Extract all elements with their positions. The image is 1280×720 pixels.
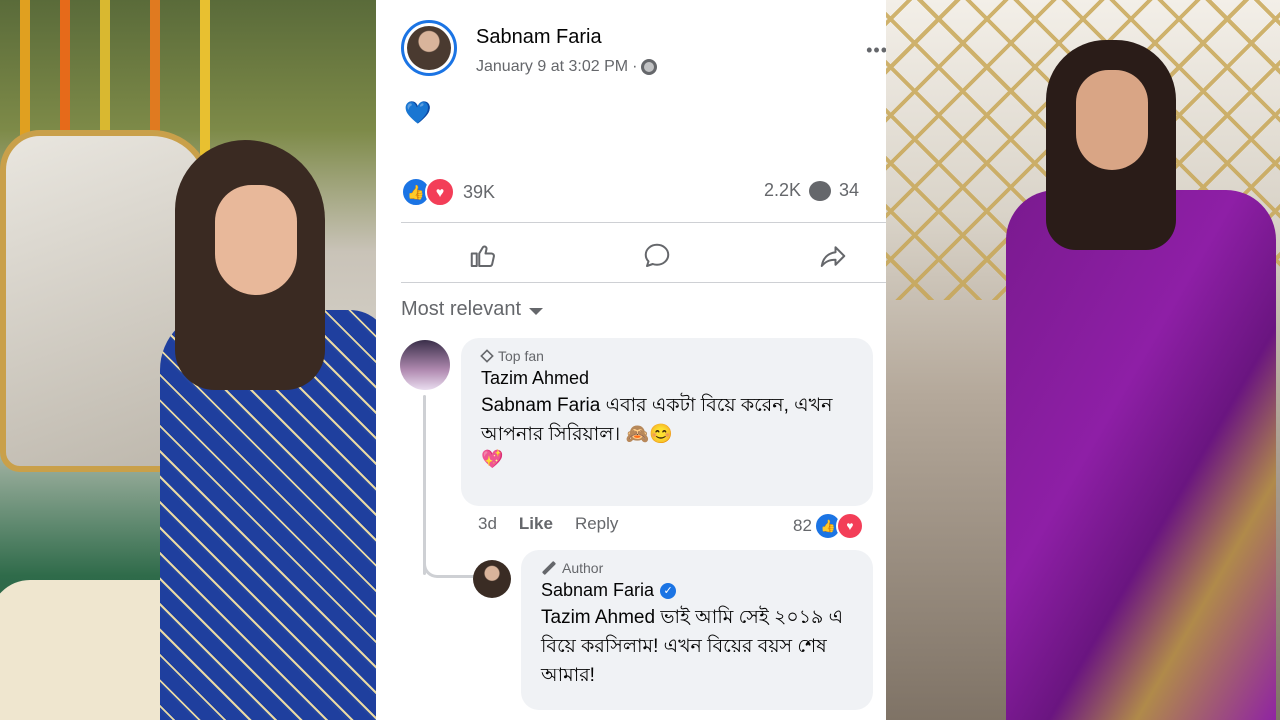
divider bbox=[401, 282, 886, 283]
divider bbox=[401, 222, 886, 223]
reply-thread-elbow bbox=[423, 545, 476, 578]
love-reaction-icon: ♥ bbox=[425, 177, 455, 207]
diamond-icon bbox=[480, 349, 494, 363]
post-meta: January 9 at 3:02 PM · bbox=[476, 58, 658, 76]
reply-author-name: Sabnam Faria ✓ bbox=[541, 580, 857, 601]
author-badge: Author bbox=[541, 560, 857, 576]
comment-reactions[interactable]: 82 👍 ♥ bbox=[793, 512, 864, 540]
comment-count-icon bbox=[809, 180, 832, 201]
like-button[interactable] bbox=[463, 232, 503, 280]
author-avatar[interactable] bbox=[473, 560, 511, 598]
reply-text: Tazim Ahmed ভাই আমি সেই ২০১৯ এ বিয়ে করস… bbox=[541, 607, 844, 686]
comment-icon bbox=[644, 243, 670, 267]
share-icon bbox=[820, 246, 846, 267]
comment-like-button[interactable]: Like bbox=[519, 514, 553, 534]
face bbox=[215, 185, 297, 295]
commenter-name[interactable]: Tazim Ahmed bbox=[481, 368, 857, 389]
comment-sort-dropdown[interactable]: Most relevant bbox=[401, 298, 544, 321]
saree bbox=[1006, 190, 1276, 720]
top-fan-badge: Top fan bbox=[480, 348, 857, 364]
post-timestamp[interactable]: January 9 at 3:02 PM bbox=[476, 58, 628, 76]
sort-label: Most relevant bbox=[401, 298, 522, 320]
share-count[interactable]: 34 bbox=[839, 180, 859, 201]
thumbs-up-icon bbox=[470, 245, 495, 267]
right-photo bbox=[886, 0, 1280, 720]
pencil-icon bbox=[541, 560, 557, 576]
avatar-image bbox=[407, 26, 451, 70]
comment-bubble: Top fan Tazim Ahmed Sabnam Faria এবার এক… bbox=[461, 338, 873, 506]
reply-bubble: Author Sabnam Faria ✓ Tazim Ahmed ভাই আম… bbox=[521, 550, 873, 710]
reaction-count: 39K bbox=[463, 181, 496, 202]
commenter-avatar[interactable] bbox=[400, 340, 450, 390]
woman-figure bbox=[0, 140, 376, 720]
post-actions bbox=[401, 232, 886, 280]
comment-button[interactable] bbox=[637, 232, 677, 280]
post-content-emoji: 💙 bbox=[404, 100, 432, 125]
badge-label: Author bbox=[562, 560, 604, 576]
caret-down-icon bbox=[529, 308, 544, 315]
left-photo bbox=[0, 0, 376, 720]
reply-name-text[interactable]: Sabnam Faria bbox=[541, 580, 654, 601]
share-button[interactable] bbox=[813, 232, 853, 280]
comment-actions: 3d Like Reply bbox=[478, 514, 618, 534]
comment-emoji: 💖 bbox=[481, 449, 504, 469]
face bbox=[1076, 70, 1148, 170]
globe-icon bbox=[641, 59, 658, 75]
meta-separator: · bbox=[632, 58, 638, 75]
verified-badge-icon: ✓ bbox=[660, 582, 677, 599]
reaction-summary[interactable]: 👍 ♥ 39K bbox=[401, 177, 495, 207]
poster-name[interactable]: Sabnam Faria bbox=[476, 26, 602, 49]
post-stats: 2.2K 34 bbox=[764, 180, 859, 201]
comment-count[interactable]: 2.2K bbox=[764, 180, 801, 201]
comment-age[interactable]: 3d bbox=[478, 514, 497, 534]
comment-text: Sabnam Faria এবার একটা বিয়ে করেন, এখন আ… bbox=[481, 395, 833, 445]
comment-reply-button[interactable]: Reply bbox=[575, 514, 618, 534]
comment-reaction-count: 82 bbox=[793, 516, 812, 535]
love-reaction-icon: ♥ bbox=[835, 512, 864, 540]
facebook-post: Sabnam Faria January 9 at 3:02 PM · ••• … bbox=[376, 0, 886, 720]
more-options-icon[interactable]: ••• bbox=[866, 40, 886, 61]
woman-figure bbox=[1006, 40, 1276, 720]
poster-avatar[interactable] bbox=[401, 20, 457, 76]
badge-label: Top fan bbox=[498, 348, 544, 364]
